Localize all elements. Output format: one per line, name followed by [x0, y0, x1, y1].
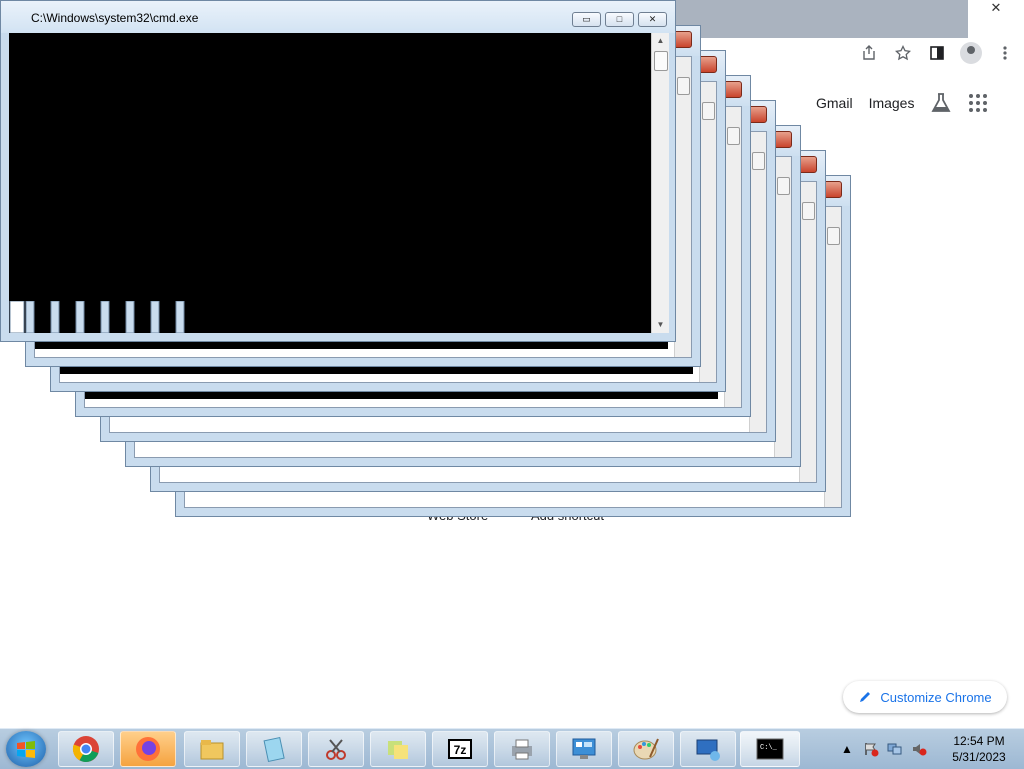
customize-chrome-button[interactable]: Customize Chrome: [843, 681, 1007, 713]
control-panel-icon: [572, 738, 596, 759]
labs-flask-icon[interactable]: [930, 92, 952, 114]
taskbar-file-explorer-button[interactable]: [184, 731, 240, 767]
network-icon[interactable]: [886, 740, 904, 758]
sticky-notes-icon: [388, 741, 408, 759]
remote-desktop-icon: [696, 739, 720, 761]
images-link[interactable]: Images: [869, 95, 915, 111]
clock-date: 5/31/2023: [952, 750, 1006, 764]
cmd-window-title: C:\Windows\system32\cmd.exe: [31, 11, 199, 25]
profile-avatar-icon[interactable]: [954, 40, 988, 66]
window-scrollbar[interactable]: [724, 107, 741, 407]
cmd-icon: C:\_: [756, 738, 784, 760]
chrome-tab-strip: [660, 0, 968, 38]
printer-icon: [512, 739, 532, 760]
pencil-icon: [860, 692, 871, 702]
taskbar-paint-button[interactable]: [618, 731, 674, 767]
snipping-tool-icon: [326, 739, 346, 760]
show-hidden-icons-icon[interactable]: ▲: [838, 740, 856, 758]
firefox-icon: [136, 737, 160, 761]
cmd-window[interactable]: C:\Windows\system32\cmd.exe ▭ □ ✕ ▲ ▼: [0, 0, 676, 342]
scroll-thumb[interactable]: [827, 227, 840, 245]
action-center-icon[interactable]: [862, 740, 880, 758]
svg-text:C:\_: C:\_: [760, 744, 778, 752]
taskbar-7zip-button[interactable]: 7z: [432, 731, 488, 767]
taskbar-cmd-button[interactable]: C:\_: [740, 731, 800, 767]
chrome-icon: [72, 736, 99, 763]
share-icon[interactable]: [852, 40, 886, 66]
scroll-thumb[interactable]: [677, 77, 690, 95]
minimize-button[interactable]: ▭: [572, 12, 601, 27]
google-header-links: Gmail Images: [816, 92, 988, 114]
window-scrollbar[interactable]: [674, 57, 691, 357]
chrome-close-button[interactable]: ✕: [968, 0, 1024, 16]
start-button[interactable]: [6, 731, 46, 767]
window-frame-edges: [9, 301, 189, 333]
google-apps-icon[interactable]: [968, 93, 988, 113]
side-panel-icon[interactable]: [920, 40, 954, 66]
window-scrollbar[interactable]: [774, 157, 791, 457]
taskbar: 7z C:\_ ▲ 12:54 PM 5/31/2023: [0, 728, 1024, 769]
scroll-thumb[interactable]: [752, 152, 765, 170]
notepad-icon: [263, 736, 285, 763]
taskbar-sticky-notes-button[interactable]: [370, 731, 426, 767]
file-explorer-icon: [200, 740, 224, 760]
customize-chrome-label: Customize Chrome: [880, 689, 992, 705]
scroll-thumb[interactable]: [777, 177, 790, 195]
taskbar-chrome-button[interactable]: [58, 731, 114, 767]
paint-icon: [633, 738, 659, 760]
taskbar-remote-desktop-button[interactable]: [680, 731, 736, 767]
chrome-menu-icon[interactable]: [988, 40, 1022, 66]
volume-muted-icon[interactable]: [910, 740, 928, 758]
scroll-down-arrow-icon[interactable]: ▼: [652, 317, 669, 333]
window-scrollbar[interactable]: [824, 207, 841, 507]
clock-time: 12:54 PM: [953, 734, 1005, 748]
chrome-toolbar: [852, 40, 1022, 66]
window-scrollbar[interactable]: [749, 132, 766, 432]
taskbar-printer-button[interactable]: [494, 731, 550, 767]
taskbar-firefox-button[interactable]: [120, 731, 176, 767]
scroll-thumb[interactable]: [702, 102, 715, 120]
scroll-thumb[interactable]: [727, 127, 740, 145]
taskbar-clock[interactable]: 12:54 PM 5/31/2023: [944, 733, 1014, 765]
windows-logo-icon: [17, 741, 35, 758]
cmd-vertical-scrollbar[interactable]: ▲ ▼: [651, 33, 669, 333]
taskbar-control-panel-button[interactable]: [556, 731, 612, 767]
window-scrollbar[interactable]: [699, 82, 716, 382]
scroll-up-arrow-icon[interactable]: ▲: [652, 33, 669, 49]
scroll-thumb[interactable]: [654, 51, 668, 71]
console-output-area[interactable]: [9, 33, 651, 333]
scroll-thumb[interactable]: [802, 202, 815, 220]
svg-text:7z: 7z: [454, 743, 467, 757]
7zip-icon: 7z: [448, 739, 472, 759]
gmail-link[interactable]: Gmail: [816, 95, 853, 111]
taskbar-notepad-button[interactable]: [246, 731, 302, 767]
system-tray: ▲: [838, 729, 928, 769]
window-scrollbar[interactable]: [799, 182, 816, 482]
taskbar-snipping-tool-button[interactable]: [308, 731, 364, 767]
close-button[interactable]: ✕: [638, 12, 667, 27]
cmd-titlebar[interactable]: C:\Windows\system32\cmd.exe ▭ □ ✕: [1, 1, 675, 33]
maximize-button[interactable]: □: [605, 12, 634, 27]
bookmark-star-icon[interactable]: [886, 40, 920, 66]
